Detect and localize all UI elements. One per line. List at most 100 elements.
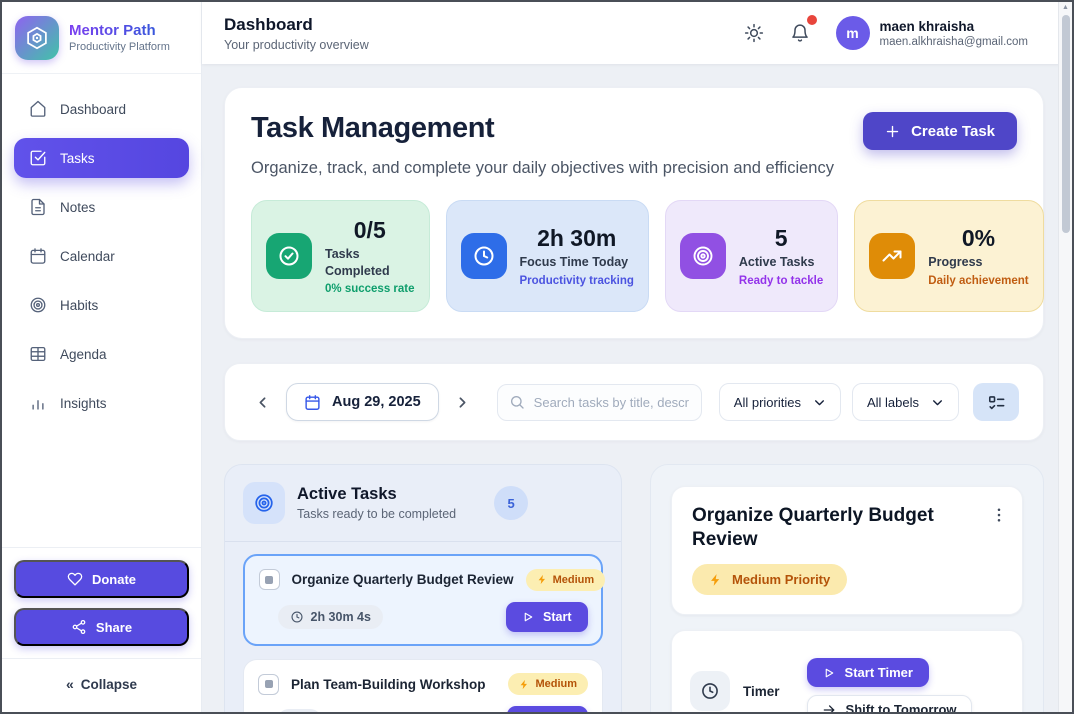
- chevron-left-icon: [254, 394, 271, 411]
- trending-up-icon: [880, 244, 904, 268]
- donate-button[interactable]: Donate: [14, 560, 189, 598]
- filter-bar: Aug 29, 2025 All priorities All labels: [224, 363, 1044, 441]
- task-checkbox[interactable]: [258, 674, 279, 695]
- sidebar-item-calendar[interactable]: Calendar: [14, 236, 189, 276]
- check-square-icon: [29, 149, 47, 167]
- timer-card: Timer Start Timer Shift to Tomorrow: [671, 630, 1023, 712]
- sidebar-item-habits[interactable]: Habits: [14, 285, 189, 325]
- active-tasks-panel: Active Tasks Tasks ready to be completed…: [224, 464, 622, 712]
- start-task-button[interactable]: Start: [506, 602, 587, 632]
- search-input[interactable]: [497, 384, 702, 421]
- priority-badge: Medium Priority: [692, 564, 847, 595]
- search-icon: [509, 394, 525, 410]
- calendar-icon: [304, 394, 321, 411]
- task-menu-button[interactable]: [990, 506, 1008, 524]
- active-tasks-subtitle: Tasks ready to be completed: [297, 507, 456, 521]
- stat-value: 5: [775, 225, 788, 252]
- section-subtitle: Organize, track, and complete your daily…: [251, 159, 1017, 178]
- scrollbar-thumb[interactable]: [1062, 15, 1070, 233]
- target-icon: [691, 244, 715, 268]
- stat-label: Active Tasks: [739, 254, 823, 270]
- task-checkbox[interactable]: [259, 569, 280, 590]
- collapse-button[interactable]: « Collapse: [2, 659, 201, 712]
- stat-label: Tasks Completed: [325, 246, 397, 279]
- content-area: Task Management Create Task Organize, tr…: [202, 64, 1072, 712]
- task-card[interactable]: Organize Quarterly Budget Review Medium …: [243, 554, 603, 646]
- prev-day-button[interactable]: [249, 387, 275, 417]
- task-management-card: Task Management Create Task Organize, tr…: [224, 87, 1044, 339]
- date-picker-button[interactable]: Aug 29, 2025: [286, 383, 439, 421]
- plus-icon: [885, 124, 900, 139]
- user-email: maen.alkhraisha@gmail.com: [880, 36, 1028, 48]
- home-icon: [29, 100, 47, 118]
- list-todo-icon: [987, 393, 1006, 412]
- arrow-right-icon: [822, 703, 836, 712]
- start-timer-button[interactable]: Start Timer: [807, 658, 929, 687]
- view-options-button[interactable]: [973, 383, 1019, 421]
- chevron-down-icon: [813, 396, 826, 409]
- next-day-button[interactable]: [450, 387, 476, 417]
- priority-filter-select[interactable]: All priorities: [719, 383, 841, 421]
- sidebar-item-tasks[interactable]: Tasks: [14, 138, 189, 178]
- brand: Mentor Path Productivity Platform: [2, 2, 201, 74]
- stat-label: Progress: [928, 254, 1028, 270]
- detail-task-title: Organize Quarterly Budget Review: [692, 504, 964, 551]
- app-header: Dashboard Your productivity overview m m…: [202, 2, 1072, 64]
- stat-card-active-tasks: 5 Active Tasks Ready to tackle: [665, 200, 838, 312]
- vertical-scrollbar[interactable]: ▲: [1058, 2, 1072, 712]
- stats-row: 0/5 Tasks Completed 0% success rate 2h 3…: [251, 200, 1017, 312]
- sidebar-item-dashboard[interactable]: Dashboard: [14, 89, 189, 129]
- scrollbar-up-arrow[interactable]: ▲: [1062, 4, 1069, 12]
- checkbox-dot-icon: [265, 576, 273, 584]
- lightning-icon: [709, 573, 723, 587]
- stat-card-focus-time: 2h 30m Focus Time Today Productivity tra…: [446, 200, 649, 312]
- stat-sub: Ready to tackle: [739, 275, 823, 287]
- share-button[interactable]: Share: [14, 608, 189, 646]
- calendar-icon: [29, 247, 47, 265]
- task-card[interactable]: Plan Team-Building Workshop Medium: [243, 659, 603, 712]
- priority-badge: Medium: [508, 673, 588, 695]
- chevrons-left-icon: «: [66, 676, 74, 692]
- sidebar-item-label: Agenda: [60, 347, 107, 362]
- create-task-button[interactable]: Create Task: [863, 112, 1017, 150]
- stat-value: 0%: [962, 225, 995, 252]
- avatar: m: [836, 16, 870, 50]
- kebab-icon: [990, 506, 1008, 524]
- play-icon: [823, 667, 835, 679]
- priority-filter-value: All priorities: [734, 395, 801, 410]
- stat-sub: Daily achievement: [928, 275, 1028, 287]
- user-menu[interactable]: m maen khraisha maen.alkhraisha@gmail.co…: [836, 16, 1028, 50]
- page-subtitle: Your productivity overview: [224, 38, 369, 52]
- sidebar-item-label: Tasks: [60, 151, 95, 166]
- stat-sub: Productivity tracking: [520, 275, 634, 287]
- task-time-chip: 2h 30m 4s: [278, 605, 383, 629]
- theme-toggle-button[interactable]: [744, 23, 764, 43]
- share-label: Share: [96, 620, 132, 635]
- bell-icon: [790, 23, 810, 43]
- active-tasks-title: Active Tasks: [297, 485, 456, 504]
- shift-to-tomorrow-button[interactable]: Shift to Tomorrow: [807, 695, 972, 712]
- sidebar-item-label: Calendar: [60, 249, 115, 264]
- donate-label: Donate: [92, 572, 136, 587]
- notifications-button[interactable]: [790, 23, 810, 43]
- stat-value: 0/5: [354, 217, 386, 244]
- start-task-button[interactable]: Start: [507, 706, 588, 712]
- collapse-label: Collapse: [81, 677, 137, 692]
- checkbox-dot-icon: [265, 680, 273, 688]
- hexagon-icon: [24, 25, 50, 51]
- page-title: Dashboard: [224, 15, 369, 35]
- task-time-chip: [277, 709, 322, 712]
- sidebar-item-label: Insights: [60, 396, 107, 411]
- sidebar-nav: Dashboard Tasks Notes Calendar Habits Ag…: [2, 74, 201, 423]
- sidebar-item-insights[interactable]: Insights: [14, 383, 189, 423]
- bar-chart-icon: [29, 394, 47, 412]
- task-detail-card: Organize Quarterly Budget Review Medium …: [671, 486, 1023, 615]
- sidebar-item-agenda[interactable]: Agenda: [14, 334, 189, 374]
- notification-dot: [807, 15, 817, 25]
- user-name: maen khraisha: [880, 19, 1028, 34]
- task-detail-panel: Organize Quarterly Budget Review Medium …: [650, 464, 1044, 712]
- labels-filter-select[interactable]: All labels: [852, 383, 959, 421]
- stat-label: Focus Time Today: [520, 254, 634, 270]
- sidebar-item-notes[interactable]: Notes: [14, 187, 189, 227]
- timer-label: Timer: [743, 684, 780, 699]
